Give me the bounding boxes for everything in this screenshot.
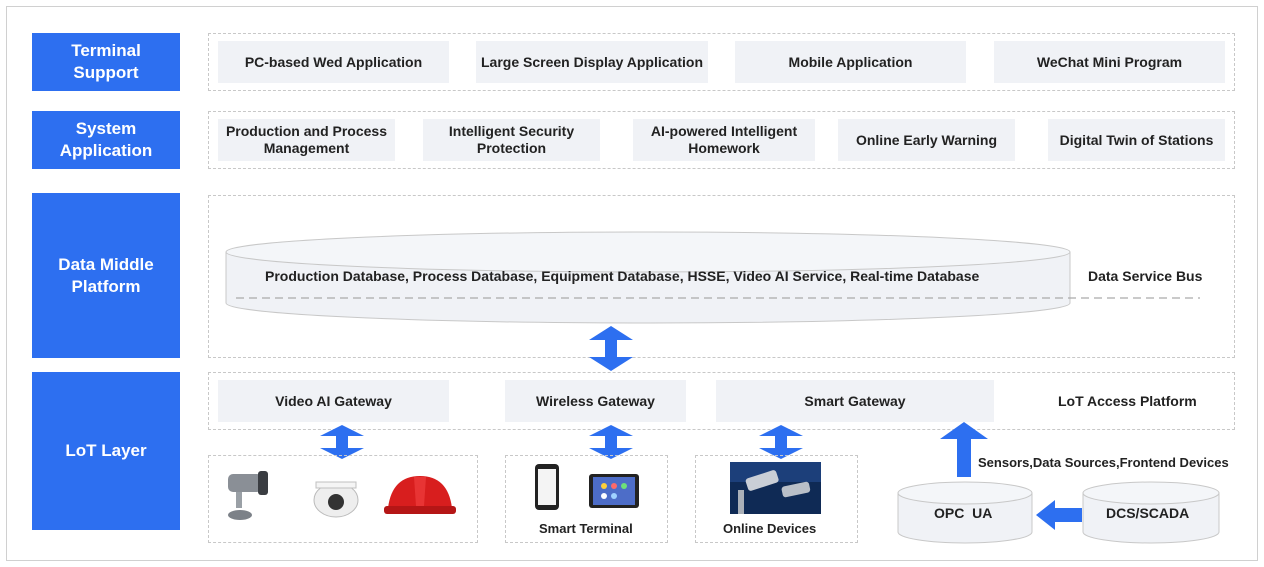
data-source-cylinders (897, 481, 1220, 544)
opc-ua-label: OPC UA (934, 505, 993, 521)
dcs-scada-label: DCS/SCADA (1106, 505, 1190, 521)
